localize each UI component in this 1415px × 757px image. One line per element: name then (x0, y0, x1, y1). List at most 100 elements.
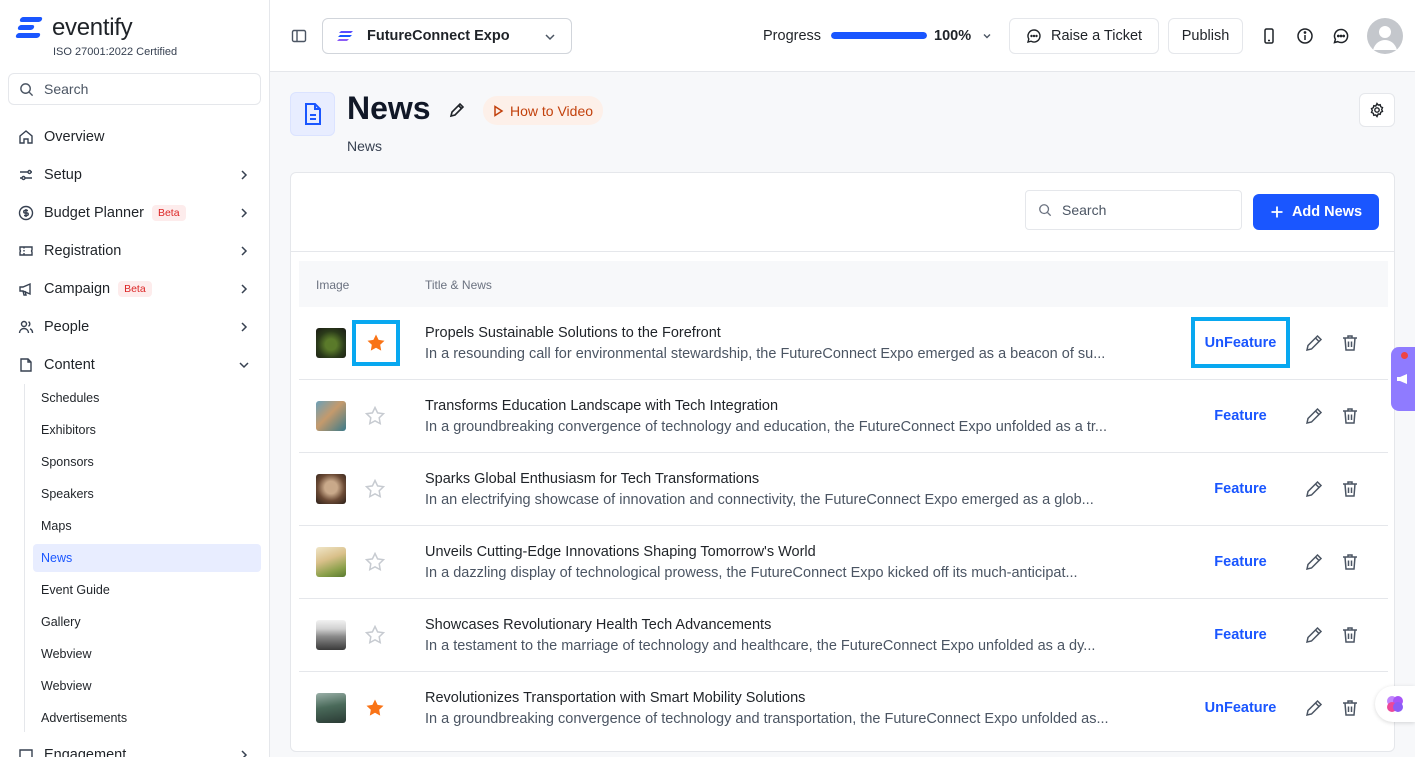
news-title: Transforms Education Landscape with Tech… (425, 398, 779, 414)
sidebar-item-budget-planner[interactable]: Budget Planner Beta (8, 194, 261, 232)
sidebar-item-people[interactable]: People (8, 308, 261, 346)
star-filled-icon (366, 699, 384, 716)
brand-name: eventify (52, 14, 133, 41)
chat-bubble-icon (1027, 29, 1041, 43)
table-row[interactable]: Sparks Global Enthusiasm for Tech Transf… (299, 453, 1388, 526)
news-title: Showcases Revolutionary Health Tech Adva… (425, 617, 772, 633)
chevron-right-icon (241, 170, 248, 180)
sidebar-search-input[interactable]: Search (8, 73, 261, 105)
certification-label: ISO 27001:2022 Certified (53, 46, 178, 58)
edit-icon[interactable] (1304, 333, 1324, 353)
sidebar-subitem-maps[interactable]: Maps (33, 512, 261, 540)
feature-button[interactable]: Feature (1191, 609, 1290, 660)
sidebar-item-content[interactable]: Content (8, 346, 261, 384)
edit-icon[interactable] (1304, 479, 1324, 499)
news-thumbnail (316, 328, 346, 358)
table-row[interactable]: Propels Sustainable Solutions to the For… (299, 307, 1388, 380)
avatar[interactable] (1367, 18, 1403, 54)
news-thumbnail (316, 474, 346, 504)
sidebar-search-placeholder: Search (44, 81, 89, 97)
featured-star-toggle[interactable] (365, 698, 385, 718)
sidebar-subitem-news[interactable]: News (33, 544, 261, 572)
sidebar-subitem-gallery[interactable]: Gallery (33, 608, 261, 636)
breadcrumb: News (347, 138, 383, 154)
sidebar-item-label: People (44, 319, 90, 335)
unfeature-button[interactable]: UnFeature (1191, 682, 1290, 733)
divider (291, 251, 1394, 252)
featured-star-toggle[interactable] (365, 552, 385, 572)
sidebar-item-overview[interactable]: Overview (8, 118, 261, 156)
sidebar-item-registration[interactable]: Registration (8, 232, 261, 270)
table-row[interactable]: Showcases Revolutionary Health Tech Adva… (299, 599, 1388, 672)
sidebar-subitem-webview-2[interactable]: Webview (33, 672, 261, 700)
trash-icon[interactable] (1340, 479, 1360, 499)
how-to-video-button[interactable]: How to Video (483, 96, 604, 125)
sidebar-item-label: Engagement (44, 747, 127, 757)
edit-icon[interactable] (1304, 698, 1324, 718)
news-page-icon (290, 92, 335, 136)
featured-star-toggle[interactable] (365, 625, 385, 645)
sidebar-subitem-advertisements[interactable]: Advertisements (33, 704, 261, 732)
sidebar-nav: Overview Setup Budget Planner Beta Regis… (8, 118, 261, 757)
sidebar-item-campaign[interactable]: Campaign Beta (8, 270, 261, 308)
sidebar-subitem-schedules[interactable]: Schedules (33, 384, 261, 412)
ai-assistant-button[interactable] (1375, 686, 1415, 722)
sidebar-item-engagement[interactable]: Engagement (8, 736, 261, 757)
chevron-right-icon (241, 322, 248, 332)
star-outline-icon (365, 406, 385, 425)
publish-button[interactable]: Publish (1168, 18, 1243, 54)
plus-icon (1271, 206, 1283, 218)
progress-chevron-down-icon[interactable] (981, 30, 993, 42)
feature-button[interactable]: Feature (1191, 536, 1290, 587)
chat-icon[interactable] (1332, 27, 1350, 45)
news-search-input[interactable]: Search (1025, 190, 1242, 230)
edit-title-icon[interactable] (448, 101, 466, 119)
table-row[interactable]: Transforms Education Landscape with Tech… (299, 380, 1388, 453)
info-icon[interactable] (1296, 27, 1314, 45)
edit-icon[interactable] (1304, 406, 1324, 426)
sidebar-subitem-event-guide[interactable]: Event Guide (33, 576, 261, 604)
sidebar-item-label: Content (44, 357, 95, 373)
edit-icon[interactable] (1304, 552, 1324, 572)
sidebar-item-setup[interactable]: Setup (8, 156, 261, 194)
raise-ticket-button[interactable]: Raise a Ticket (1009, 18, 1159, 54)
mobile-preview-icon[interactable] (1260, 27, 1278, 45)
sidebar-subitem-speakers[interactable]: Speakers (33, 480, 261, 508)
sidebar-item-label: Overview (44, 129, 105, 145)
trash-icon[interactable] (1340, 552, 1360, 572)
news-title: Propels Sustainable Solutions to the For… (425, 325, 721, 341)
star-outline-icon (365, 625, 385, 644)
brand[interactable]: eventify (15, 14, 133, 42)
sidebar-subitem-exhibitors[interactable]: Exhibitors (33, 416, 261, 444)
news-title: Sparks Global Enthusiasm for Tech Transf… (425, 471, 760, 487)
sidebar-subitem-sponsors[interactable]: Sponsors (33, 448, 261, 476)
sidebar-toggle-icon[interactable] (291, 28, 307, 44)
gear-icon (1370, 102, 1384, 118)
featured-star-toggle[interactable] (365, 479, 385, 499)
table-row[interactable]: Unveils Cutting-Edge Innovations Shaping… (299, 526, 1388, 599)
trash-icon[interactable] (1340, 698, 1360, 718)
add-news-button[interactable]: Add News (1253, 194, 1379, 230)
event-selector[interactable]: FutureConnect Expo (322, 18, 572, 54)
trash-icon[interactable] (1340, 625, 1360, 645)
engagement-icon (18, 747, 34, 757)
content-subnav: Schedules Exhibitors Sponsors Speakers M… (24, 384, 261, 732)
table-row[interactable]: Revolutionizes Transportation with Smart… (299, 672, 1388, 745)
trash-icon[interactable] (1340, 333, 1360, 353)
search-icon (1039, 204, 1052, 217)
progress-bar (831, 32, 927, 39)
featured-star-toggle[interactable] (352, 320, 400, 366)
feature-button[interactable]: Feature (1191, 390, 1290, 441)
sidebar-item-label: Registration (44, 243, 122, 259)
page-settings-button[interactable] (1359, 93, 1395, 127)
feature-button[interactable]: Feature (1191, 463, 1290, 514)
featured-star-toggle[interactable] (365, 406, 385, 426)
unfeature-button[interactable]: UnFeature (1191, 317, 1290, 368)
user-avatar-icon (1373, 26, 1397, 50)
news-description: In a testament to the marriage of techno… (425, 638, 1096, 654)
beta-badge: Beta (151, 205, 186, 221)
edit-icon[interactable] (1304, 625, 1324, 645)
news-description: In a dazzling display of technological p… (425, 565, 1078, 581)
sidebar-subitem-webview[interactable]: Webview (33, 640, 261, 668)
trash-icon[interactable] (1340, 406, 1360, 426)
